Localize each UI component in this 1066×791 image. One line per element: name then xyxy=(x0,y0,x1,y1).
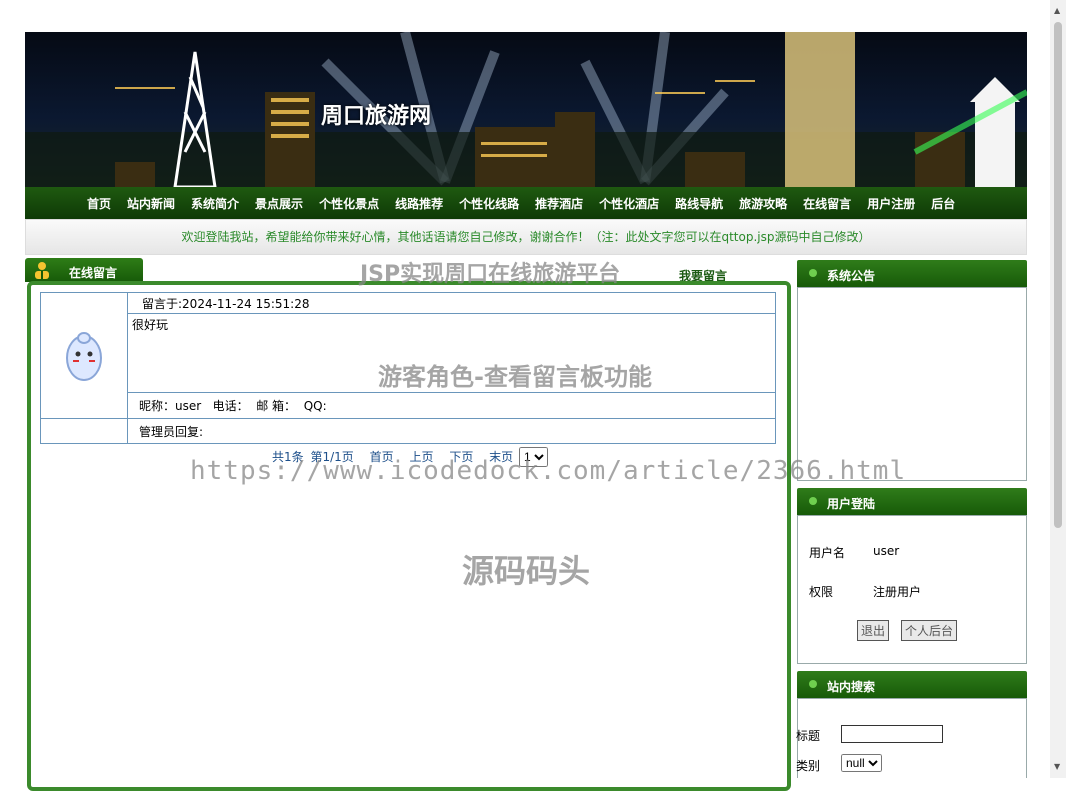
search-title: 站内搜索 xyxy=(827,680,876,694)
nav-about[interactable]: 系统简介 xyxy=(191,195,239,212)
pager-last[interactable]: 末页 xyxy=(489,450,513,464)
pager-next[interactable]: 下页 xyxy=(449,450,473,464)
nav-home[interactable]: 首页 xyxy=(87,195,111,212)
notice-title: 系统公告 xyxy=(827,269,876,283)
username-label: 用户名 xyxy=(809,546,846,560)
nav-personal-attractions[interactable]: 个性化景点 xyxy=(319,195,379,212)
nav-guides[interactable]: 旅游攻略 xyxy=(739,195,787,212)
category-label: 类别 xyxy=(796,759,821,773)
page: 周口旅游网 首页 站内新闻 系统简介 景点展示 个性化景点 线路推荐 个性化线路… xyxy=(25,32,1027,791)
message-time: 留言于:2024-11-24 15:51:28 xyxy=(127,292,776,314)
pager-page: 第1/1页 xyxy=(310,450,354,464)
pager-total: 共1条 xyxy=(272,450,304,464)
pager-first[interactable]: 首页 xyxy=(370,450,394,464)
message-board-tab: 在线留言 xyxy=(25,258,143,282)
scrollbar-thumb[interactable] xyxy=(1054,22,1062,528)
role-value: 注册用户 xyxy=(873,585,922,599)
admin-reply: 管理员回复: xyxy=(127,418,776,444)
nav-hotels[interactable]: 推荐酒店 xyxy=(535,195,583,212)
pagination: 共1条 第1/1页 首页 上页 下页 末页 1 xyxy=(272,447,548,467)
avatar xyxy=(66,332,102,381)
tab-label: 在线留言 xyxy=(69,266,118,280)
page-scrollbar[interactable]: ▲ ▼ xyxy=(1050,0,1066,778)
nav-register[interactable]: 用户注册 xyxy=(867,195,915,212)
skyline-image xyxy=(25,32,1027,187)
search-title-label: 标题 xyxy=(796,729,821,743)
message-info: 昵称：user 电话： 邮 箱： QQ: xyxy=(127,392,776,419)
nav-navigation[interactable]: 路线导航 xyxy=(675,195,723,212)
welcome-marquee: 欢迎登陆我站，希望能给你带来好心情，其他话语请您自己修改，谢谢合作！（注：此处文… xyxy=(25,219,1027,255)
search-box: 标题 类别 null xyxy=(796,698,1027,778)
bullet-icon xyxy=(809,680,817,688)
message-content: 很好玩 xyxy=(127,313,776,393)
pager-prev[interactable]: 上页 xyxy=(409,450,433,464)
scroll-down-icon[interactable]: ▼ xyxy=(1054,762,1060,771)
login-box: 用户名 user 权限 注册用户 退出 个人后台 xyxy=(797,515,1027,664)
bullet-icon xyxy=(809,497,817,505)
category-select[interactable]: null xyxy=(841,754,882,772)
notice-header: 系统公告 xyxy=(797,260,1027,287)
login-header: 用户登陆 xyxy=(797,488,1027,515)
nav-admin[interactable]: 后台 xyxy=(931,195,955,212)
page-select[interactable]: 1 xyxy=(519,447,548,467)
notice-box xyxy=(797,287,1027,481)
nav-personal-hotels[interactable]: 个性化酒店 xyxy=(599,195,659,212)
bullet-icon xyxy=(809,269,817,277)
nav-personal-routes[interactable]: 个性化线路 xyxy=(459,195,519,212)
message-table: 留言于:2024-11-24 15:51:28 很好玩 昵称：user 电话： … xyxy=(40,292,776,444)
search-title-input[interactable] xyxy=(841,725,943,743)
header-banner: 周口旅游网 xyxy=(25,32,1027,187)
nav-news[interactable]: 站内新闻 xyxy=(127,195,175,212)
scroll-up-icon[interactable]: ▲ xyxy=(1054,6,1060,15)
avatar-cell xyxy=(40,292,128,419)
username-value: user xyxy=(873,544,900,558)
nav-attractions[interactable]: 景点展示 xyxy=(255,195,303,212)
role-label: 权限 xyxy=(809,585,834,599)
site-title: 周口旅游网 xyxy=(321,103,432,129)
main-nav: 首页 站内新闻 系统简介 景点展示 个性化景点 线路推荐 个性化线路 推荐酒店 … xyxy=(25,187,1027,219)
search-header: 站内搜索 xyxy=(797,671,1027,698)
personal-backend-button[interactable]: 个人后台 xyxy=(901,620,958,641)
login-title: 用户登陆 xyxy=(827,497,876,511)
nav-messages[interactable]: 在线留言 xyxy=(803,195,851,212)
nav-routes[interactable]: 线路推荐 xyxy=(395,195,443,212)
user-icon xyxy=(35,262,49,279)
logout-button[interactable]: 退出 xyxy=(857,620,890,641)
